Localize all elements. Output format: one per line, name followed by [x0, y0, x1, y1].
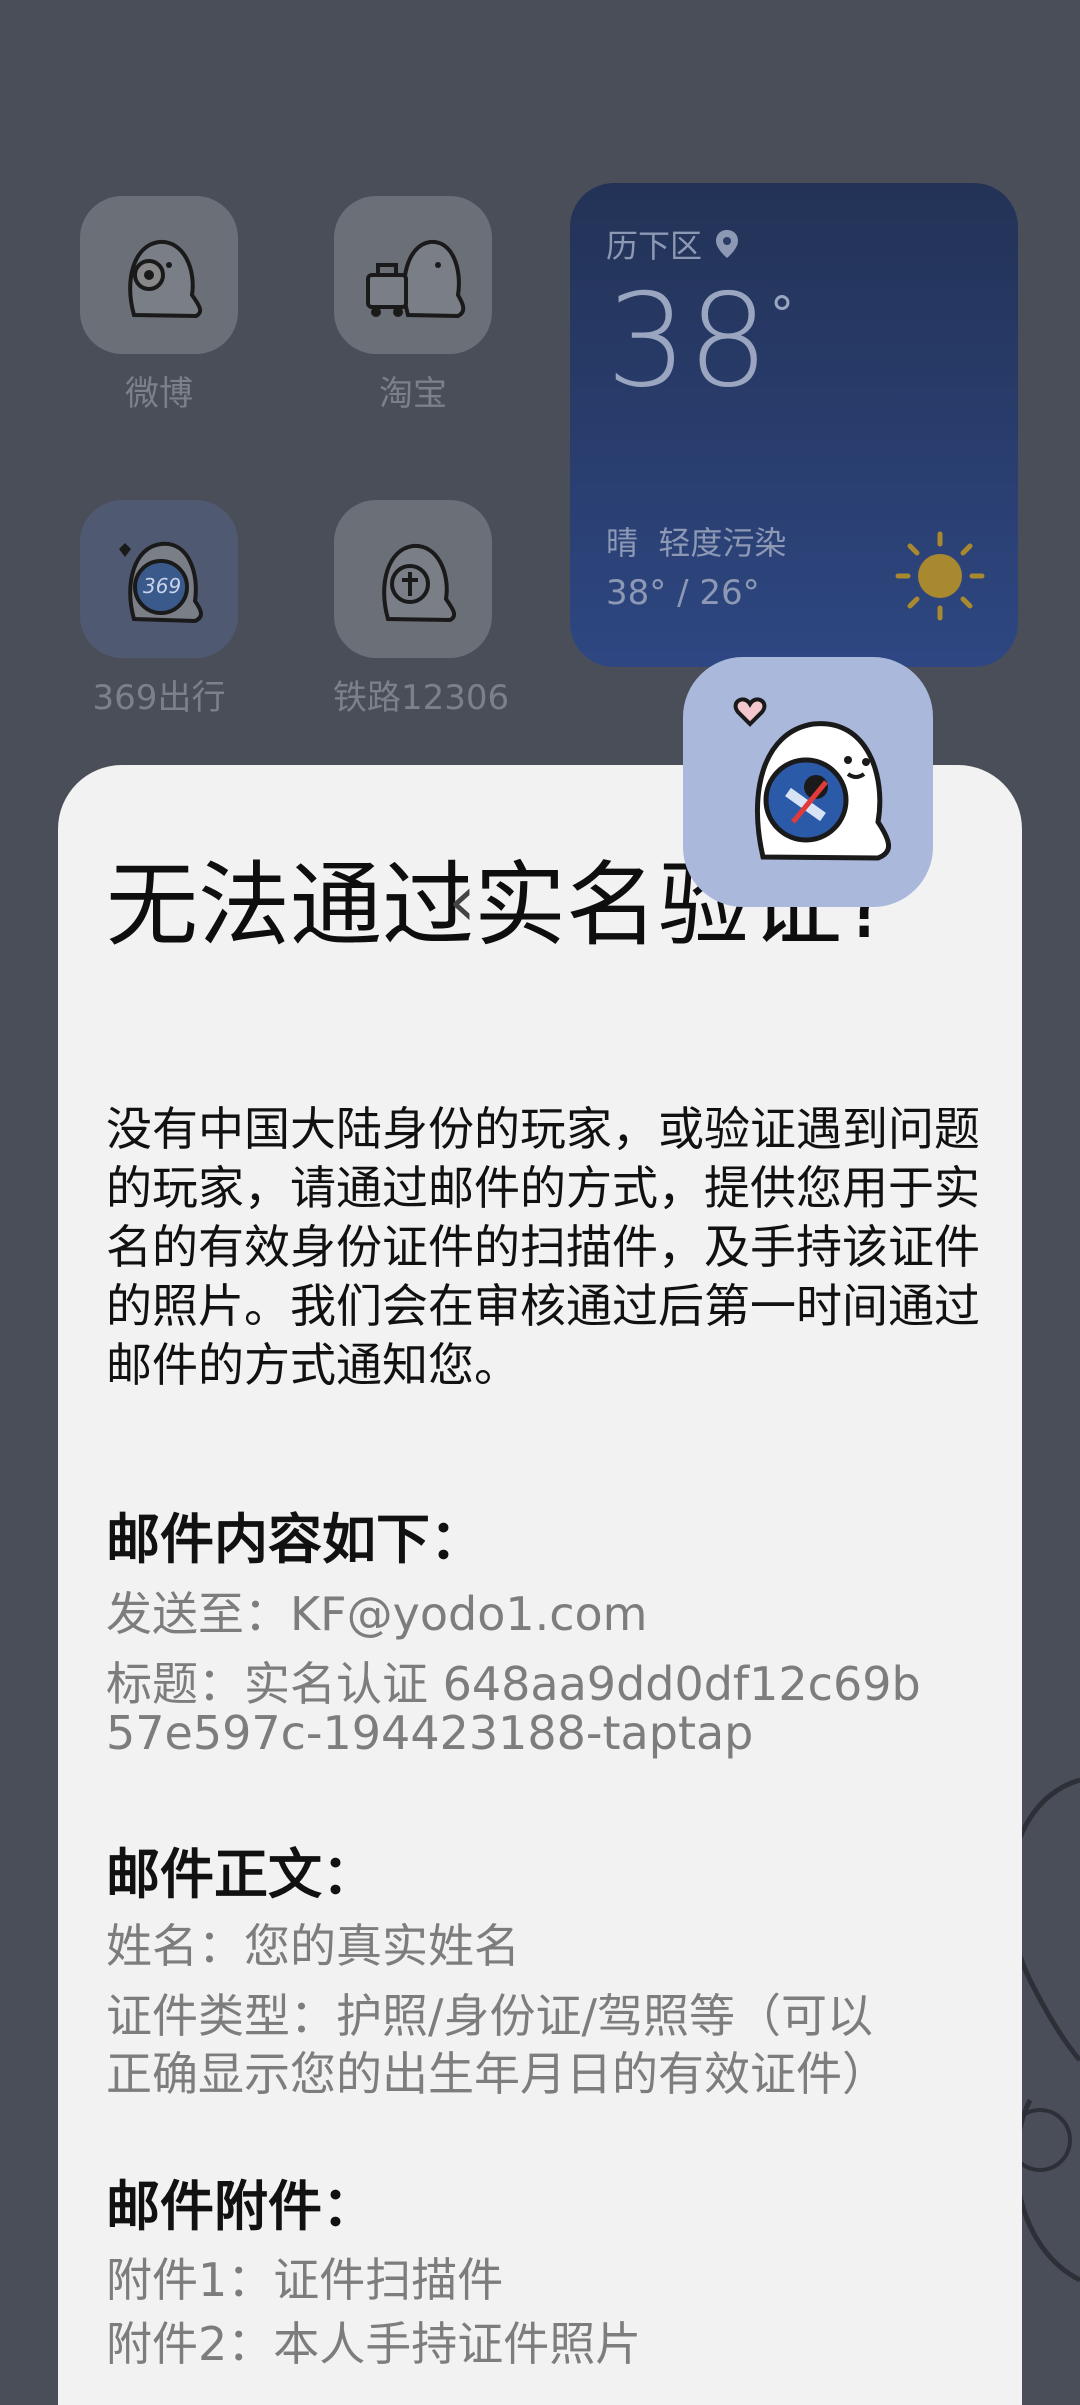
mail-attachment-heading: 邮件附件： — [106, 2175, 376, 2238]
id-type-line: 证件类型：护照/身份证/驾照等（可以 — [106, 1989, 873, 2043]
app-369-travel[interactable]: 369 369出行 — [79, 500, 239, 719]
subject-line-cont: 57e597c-194423188-taptap — [106, 1706, 754, 1760]
temperature: 38 — [606, 267, 769, 416]
degree-symbol: ° — [770, 287, 794, 343]
condition-label: 晴 — [606, 524, 639, 562]
location-pin-icon — [716, 230, 739, 258]
penguin-game-icon — [733, 697, 891, 861]
mail-body-heading: 邮件正文： — [106, 1843, 376, 1906]
taobao-app-icon — [334, 196, 492, 354]
location-label: 历下区 — [606, 227, 703, 265]
attachment-2-line: 附件2：本人手持证件照片 — [106, 2317, 642, 2371]
app-label: 铁路12306 — [333, 678, 510, 718]
chevron-left-icon[interactable]: ‹ — [448, 860, 476, 942]
369-travel-app-icon: 369 — [80, 500, 238, 658]
app-label: 微博 — [125, 374, 193, 414]
mail-content-heading: 邮件内容如下： — [106, 1508, 484, 1571]
weather-condition: 晴 轻度污染 — [606, 518, 786, 564]
subject-line: 标题：实名认证 648aa9dd0df12c69b — [106, 1657, 921, 1711]
attachment-1-line: 附件1：证件扫描件 — [106, 2253, 504, 2307]
name-line: 姓名：您的真实姓名 — [106, 1919, 520, 1973]
app-railway-12306[interactable]: 铁路12306 — [333, 500, 510, 719]
app-label: 369出行 — [92, 678, 226, 718]
svg-text:369: 369 — [143, 574, 181, 598]
air-quality-label: 轻度污染 — [658, 524, 787, 562]
railway-12306-app-icon — [334, 500, 492, 658]
temperature-range: 38° / 26° — [606, 573, 760, 613]
floating-app-bubble[interactable] — [683, 657, 933, 907]
app-label: 淘宝 — [379, 374, 447, 414]
id-type-line-cont: 正确显示您的出生年月日的有效证件） — [106, 2047, 888, 2101]
sunny-icon — [895, 531, 985, 621]
weather-location: 历下区 — [606, 221, 740, 267]
weather-widget[interactable]: 历下区 38 ° 晴 轻度污染 38° / 26° — [570, 183, 1018, 667]
weibo-app-icon — [80, 196, 238, 354]
send-to-line[interactable]: 发送至：KF@yodo1.com — [106, 1578, 647, 1644]
app-weibo[interactable]: 微博 — [79, 196, 239, 415]
intro-text: 没有中国大陆身份的玩家，或验证遇到问题的玩家，请通过邮件的方式，提供您用于实名的… — [106, 1102, 980, 1392]
app-taobao[interactable]: 淘宝 — [333, 196, 493, 415]
